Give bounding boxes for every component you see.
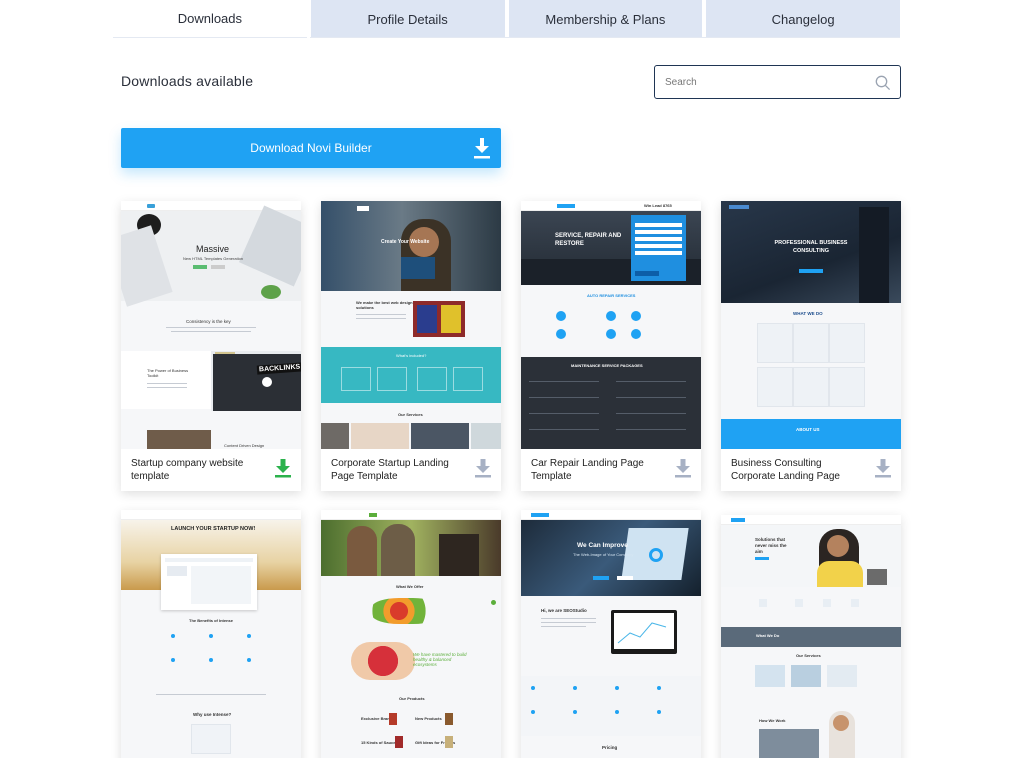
thumb-product-3: 15 Kinds of Sauce xyxy=(361,740,396,745)
template-thumbnail[interactable]: Solutions that never miss the aim What W… xyxy=(721,515,901,758)
download-arrow-icon xyxy=(474,138,490,159)
thumb-hero-title: Create Your Website xyxy=(381,239,430,245)
thumb-footer-label: Content Driven Design xyxy=(224,443,265,448)
template-thumbnail[interactable]: We Can Improve The Web-Image of Your Com… xyxy=(521,510,701,758)
thumb-how-we-work: How We Work xyxy=(759,718,786,723)
thumb-why: Why use Intense? xyxy=(193,712,232,717)
thumb-what-we-do: What We Do xyxy=(756,633,780,638)
template-thumbnail[interactable]: PROFESSIONAL BUSINESS CONSULTING WHAT WE… xyxy=(721,201,901,449)
thumb-phone: Win Lead 8765 xyxy=(644,203,672,208)
thumb-hero-title: Massive xyxy=(196,244,230,254)
template-thumbnail[interactable]: LAUNCH YOUR STARTUP NOW! The Benefits of… xyxy=(121,510,301,758)
card-footer: Car Repair Landing Page Template xyxy=(521,449,701,491)
thumb-offer: What We Offer xyxy=(396,584,424,589)
card-footer: Business Consulting Corporate Landing Pa… xyxy=(721,449,901,491)
thumb-side-title: The Power of Business Toolkit xyxy=(147,368,189,378)
downloads-page: Downloads Profile Details Membership & P… xyxy=(0,0,1024,758)
thumb-what-we-do: WHAT WE DO xyxy=(793,311,823,316)
template-thumbnail[interactable]: Win Lead 8765 SERVICE, REPAIR AND RESTOR… xyxy=(521,201,701,449)
thumb-products: Our Products xyxy=(399,696,425,701)
template-card-intense[interactable]: LAUNCH YOUR STARTUP NOW! The Benefits of… xyxy=(121,510,301,758)
thumb-hero-title: SERVICE, REPAIR AND RESTORE xyxy=(555,233,622,247)
tab-bar: Downloads Profile Details Membership & P… xyxy=(113,0,900,38)
thumb-quote: We have mastered to build healthy & bala… xyxy=(413,652,467,667)
template-thumbnail[interactable]: Create Your Website We make the best web… xyxy=(321,201,501,449)
thumb-hero-title: LAUNCH YOUR STARTUP NOW! xyxy=(171,526,256,532)
thumb-hero-title: PROFESSIONAL BUSINESS CONSULTING xyxy=(774,240,848,254)
tab-profile-details[interactable]: Profile Details xyxy=(310,0,505,38)
thumb-about: ABOUT US xyxy=(796,427,820,432)
search-icon[interactable] xyxy=(875,75,891,91)
tab-downloads[interactable]: Downloads xyxy=(113,0,307,38)
thumb-hi: Hi, we are SEOStudio xyxy=(541,608,587,613)
thumb-packages: MAINTENANCE SERVICE PACKAGES xyxy=(571,363,643,368)
download-icon[interactable] xyxy=(475,458,491,478)
search-input[interactable] xyxy=(665,66,865,98)
thumb-hero-title: Solutions that never miss the aim xyxy=(755,537,787,554)
thumb-hero-title: We Can Improve xyxy=(577,542,628,549)
download-novi-builder-button[interactable]: Download Novi Builder xyxy=(121,128,501,168)
template-name: Corporate Startup Landing Page Template xyxy=(331,458,449,482)
template-card-solutions[interactable]: Solutions that never miss the aim What W… xyxy=(721,515,901,758)
search-box[interactable] xyxy=(654,65,901,99)
thumb-services: Our Services xyxy=(398,412,423,417)
tab-divider xyxy=(310,37,900,38)
tab-membership-plans[interactable]: Membership & Plans xyxy=(508,0,703,38)
section-title: Downloads available xyxy=(121,73,254,89)
card-footer: Corporate Startup Landing Page Template xyxy=(321,449,501,491)
template-card-startup[interactable]: Massive New HTML Templates Generation Co… xyxy=(121,201,301,491)
thumb-services: AUTO REPAIR SERVICES xyxy=(587,293,636,298)
card-footer: Startup company website template xyxy=(121,449,301,491)
thumb-product-2: New Products xyxy=(415,716,442,721)
template-card-business-consulting[interactable]: PROFESSIONAL BUSINESS CONSULTING WHAT WE… xyxy=(721,201,901,491)
template-card-car-repair[interactable]: Win Lead 8765 SERVICE, REPAIR AND RESTOR… xyxy=(521,201,701,491)
thumb-hero-sub: The Web-Image of Your Company xyxy=(573,552,634,557)
thumb-services: Our Services xyxy=(796,653,821,658)
download-icon[interactable] xyxy=(875,458,891,478)
thumb-band: What's included? xyxy=(396,353,427,358)
thumb-intro: We make the best web design solutions xyxy=(356,300,413,310)
template-name: Startup company website template xyxy=(131,458,244,482)
template-card-seo-studio[interactable]: We Can Improve The Web-Image of Your Com… xyxy=(521,510,701,758)
template-thumbnail[interactable]: Massive New HTML Templates Generation Co… xyxy=(121,201,301,449)
download-icon[interactable] xyxy=(675,458,691,478)
template-card-corporate-startup[interactable]: Create Your Website We make the best web… xyxy=(321,201,501,491)
template-name: Car Repair Landing Page Template xyxy=(531,458,644,482)
thumb-section-title: Consistency is the key xyxy=(186,319,231,324)
thumb-pricing: Pricing xyxy=(602,745,618,750)
download-icon[interactable] xyxy=(275,458,291,478)
tab-changelog[interactable]: Changelog xyxy=(706,0,900,38)
thumb-hero-sub: New HTML Templates Generation xyxy=(183,256,244,261)
download-button-label: Download Novi Builder xyxy=(250,141,372,155)
thumb-benefits: The Benefits of Intense xyxy=(189,618,234,623)
template-thumbnail[interactable]: What We Offer We have mastered to build … xyxy=(321,510,501,758)
template-name: Business Consulting Corporate Landing Pa… xyxy=(731,458,840,482)
template-card-organic-food[interactable]: What We Offer We have mastered to build … xyxy=(321,510,501,758)
